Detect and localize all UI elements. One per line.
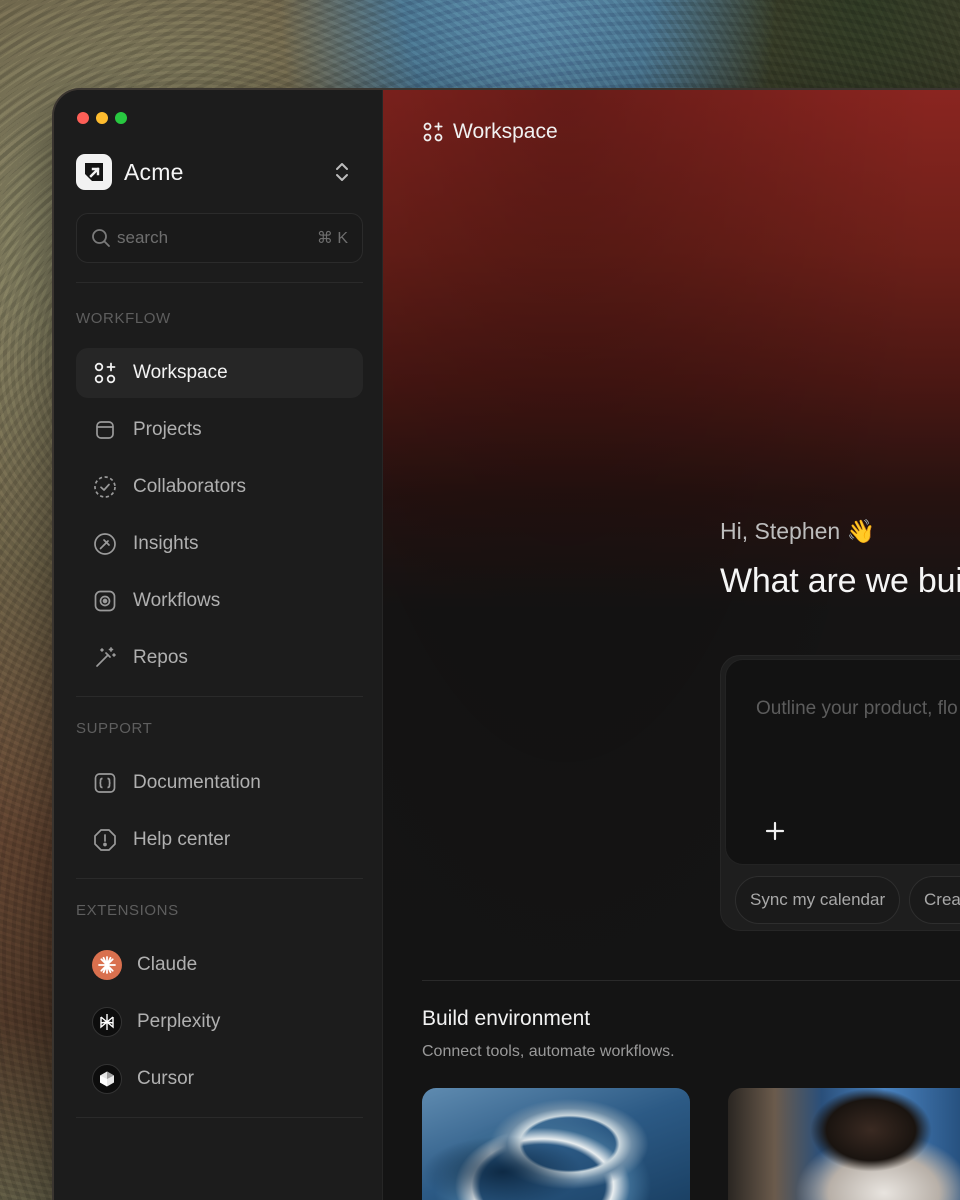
cursor-icon: [92, 1064, 122, 1094]
maximize-window-button[interactable]: [115, 112, 127, 124]
sidebar-item-label: Claude: [137, 954, 198, 975]
greeting-text: Hi, Stephen 👋: [720, 518, 876, 544]
chevron-up-down-icon: [336, 163, 348, 181]
sidebar-item-perplexity[interactable]: Perplexity: [76, 997, 363, 1047]
sidebar-item-insights[interactable]: Insights: [76, 519, 363, 569]
suggestion-chip-create[interactable]: Crea: [909, 876, 960, 924]
claude-icon: [92, 950, 122, 980]
headline: What are we bui: [720, 562, 960, 600]
sidebar-item-label: Documentation: [133, 772, 261, 793]
environment-card-image[interactable]: [728, 1088, 960, 1200]
section-label-support: SUPPORT: [76, 720, 153, 737]
sidebar-item-workflows[interactable]: Workflows: [76, 576, 363, 626]
minimize-window-button[interactable]: [96, 112, 108, 124]
sidebar-item-cursor[interactable]: Cursor: [76, 1054, 363, 1104]
sidebar-item-label: Cursor: [137, 1068, 195, 1089]
workspace-icon: [92, 360, 118, 386]
perplexity-icon: [92, 1007, 122, 1037]
sidebar-item-label: Help center: [133, 829, 231, 850]
prompt-composer[interactable]: Outline your product, flo: [725, 659, 960, 865]
search-shortcut: ⌘ K: [316, 230, 348, 247]
sidebar-item-claude[interactable]: Claude: [76, 940, 363, 990]
sidebar-divider: [76, 1117, 363, 1118]
sidebar-item-collaborators[interactable]: Collaborators: [76, 462, 363, 512]
main-panel: Workspace Hi, Stephen 👋 What are we bui …: [383, 90, 960, 1200]
sidebar-item-label: Workflows: [133, 590, 221, 611]
workspace-icon: [423, 122, 443, 142]
prompt-input[interactable]: Outline your product, flo: [756, 698, 958, 720]
sidebar-item-label: Projects: [133, 419, 202, 440]
search-input[interactable]: [117, 228, 297, 248]
magic-wand-icon: [92, 645, 118, 671]
app-window: Acme ⌘ K WORKFLOW Workspace: [54, 90, 960, 1200]
sidebar-divider: [76, 696, 363, 697]
workspace-switcher[interactable]: Acme: [76, 154, 354, 190]
suggestion-chip-sync-calendar[interactable]: Sync my calendar: [735, 876, 901, 924]
close-window-button[interactable]: [77, 112, 89, 124]
sidebar-item-documentation[interactable]: Documentation: [76, 758, 363, 808]
page-title: Workspace: [453, 120, 558, 143]
sidebar-divider: [76, 878, 363, 879]
section-label-extensions: EXTENSIONS: [76, 902, 179, 919]
acme-logo-icon: [76, 154, 112, 190]
sidebar-item-label: Workspace: [133, 362, 228, 383]
sidebar-item-help-center[interactable]: Help center: [76, 815, 363, 865]
page-header: Workspace: [422, 120, 558, 144]
sidebar-divider: [76, 282, 363, 283]
sidebar: Acme ⌘ K WORKFLOW Workspace: [54, 90, 383, 1200]
environment-card-image[interactable]: [422, 1088, 690, 1200]
section-title: Build environment: [422, 1007, 591, 1030]
sidebar-item-workspace[interactable]: Workspace: [76, 348, 363, 398]
alert-octagon-icon: [92, 827, 118, 853]
brand-name: Acme: [124, 158, 184, 185]
braces-icon: [92, 770, 118, 796]
projects-icon: [92, 417, 118, 443]
sidebar-item-label: Collaborators: [133, 476, 246, 497]
sidebar-item-projects[interactable]: Projects: [76, 405, 363, 455]
sidebar-item-label: Insights: [133, 533, 199, 554]
composer-panel: Outline your product, flo Sync my calend…: [720, 655, 960, 931]
workflows-icon: [92, 588, 118, 614]
sidebar-item-label: Perplexity: [137, 1011, 221, 1032]
search-box[interactable]: ⌘ K: [76, 213, 363, 263]
sidebar-item-repos[interactable]: Repos: [76, 633, 363, 683]
section-label-workflow: WORKFLOW: [76, 310, 171, 327]
add-attachment-button[interactable]: [762, 818, 788, 844]
sidebar-item-label: Repos: [133, 647, 188, 668]
search-icon: [92, 229, 110, 247]
insights-icon: [92, 531, 118, 557]
section-subtitle: Connect tools, automate workflows.: [422, 1043, 675, 1060]
collaborators-icon: [92, 474, 118, 500]
window-controls: [77, 112, 127, 124]
section-divider: [422, 980, 960, 981]
